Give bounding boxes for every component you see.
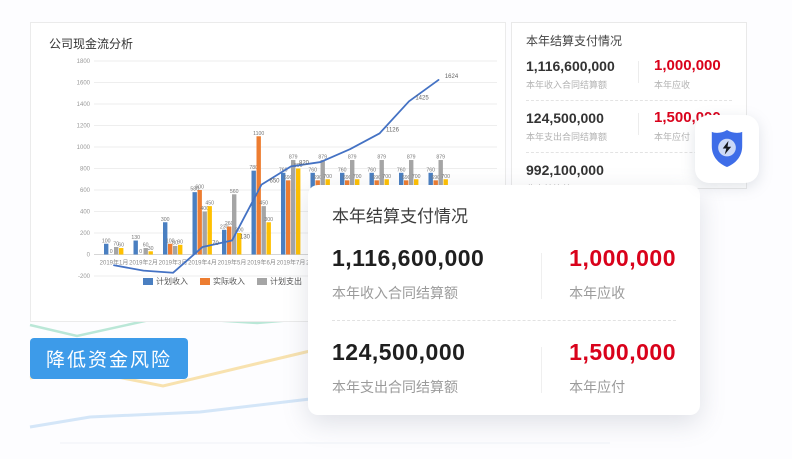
svg-text:70: 70: [212, 241, 219, 247]
amount-label: 本年支出合同结算额: [526, 130, 638, 143]
svg-text:2019年4月: 2019年4月: [188, 259, 217, 267]
svg-text:2019年3月: 2019年3月: [159, 259, 188, 267]
dashed-divider: [526, 100, 732, 101]
svg-text:2019年2月: 2019年2月: [129, 259, 158, 267]
svg-text:800: 800: [80, 167, 91, 173]
svg-text:879: 879: [436, 155, 445, 161]
settlement-col: 124,500,000 本年支出合同结算额: [332, 339, 541, 397]
svg-text:1400: 1400: [77, 102, 91, 108]
amount-value: 124,500,000: [526, 110, 638, 126]
settlement-row: 124,500,000 本年支出合同结算额 1,500,000 本年应付: [332, 339, 676, 397]
svg-text:1000: 1000: [77, 145, 91, 151]
svg-text:130: 130: [131, 235, 140, 241]
settlement-col: 1,000,000 本年应收: [541, 245, 676, 303]
svg-text:1126: 1126: [386, 127, 400, 133]
amount-value: 992,100,000: [526, 162, 638, 178]
svg-text:760: 760: [367, 167, 376, 173]
legend-color-chip: [200, 278, 210, 285]
amount-value-red: 1,500,000: [569, 339, 676, 366]
amount-value-red: 1,000,000: [569, 245, 676, 272]
settlement-col: 1,116,600,000 本年收入合同结算额: [526, 58, 638, 91]
legend-item: 实际收入: [200, 276, 245, 287]
settlement-col: 1,116,600,000 本年收入合同结算额: [332, 245, 541, 303]
svg-text:200: 200: [80, 231, 91, 237]
svg-text:1425: 1425: [415, 95, 429, 101]
svg-text:760: 760: [308, 167, 317, 173]
svg-text:0: 0: [139, 249, 142, 255]
svg-text:700: 700: [382, 174, 391, 180]
amount-value: 1,116,600,000: [526, 58, 638, 74]
svg-text:1600: 1600: [77, 81, 91, 87]
legend-item: 计划支出: [257, 276, 302, 287]
svg-text:2019年7月: 2019年7月: [277, 259, 306, 267]
amount-value: 1,116,600,000: [332, 245, 541, 272]
reduce-risk-badge[interactable]: 降低资金风险: [30, 338, 188, 379]
legend-label: 计划支出: [270, 276, 302, 287]
amount-label: 本年应收: [654, 78, 732, 91]
amount-label: 本年应收: [569, 283, 676, 303]
svg-text:760: 760: [426, 167, 435, 173]
svg-text:760: 760: [397, 167, 406, 173]
settlement-row: 1,116,600,000 本年收入合同结算额 1,000,000 本年应收: [332, 245, 676, 303]
settlement-col: 1,500,000 本年应付: [541, 339, 676, 397]
svg-text:60: 60: [118, 243, 124, 249]
settlement-col: 124,500,000 本年支出合同结算额: [526, 110, 638, 143]
settlement-col: 1,000,000 本年应收: [638, 58, 732, 91]
amount-value: 124,500,000: [332, 339, 541, 366]
svg-text:1800: 1800: [77, 59, 91, 65]
svg-text:600: 600: [80, 188, 91, 194]
legend-label: 计划收入: [156, 276, 188, 287]
svg-text:90: 90: [177, 239, 183, 245]
svg-text:760: 760: [338, 167, 347, 173]
svg-text:300: 300: [161, 217, 170, 223]
svg-text:1200: 1200: [77, 124, 91, 130]
chart-title: 公司现金流分析: [49, 35, 133, 52]
svg-text:1624: 1624: [445, 74, 459, 80]
legend-color-chip: [257, 278, 267, 285]
amount-label: 本年收入合同结算额: [526, 78, 638, 91]
svg-text:700: 700: [353, 174, 362, 180]
svg-text:600: 600: [195, 185, 204, 191]
svg-text:700: 700: [323, 174, 332, 180]
shield-lightning-icon: [708, 128, 746, 170]
dashed-divider: [332, 320, 676, 321]
svg-text:1100: 1100: [253, 131, 264, 137]
svg-text:879: 879: [348, 155, 357, 161]
security-feature-card[interactable]: [695, 115, 759, 183]
legend-color-chip: [143, 278, 153, 285]
settlement-popup: 本年结算支付情况 1,116,600,000本年收入合同结算额1,000,000…: [308, 185, 700, 415]
svg-text:130: 130: [240, 235, 251, 241]
svg-text:400: 400: [80, 210, 91, 216]
amount-label: 本年收入合同结算额: [332, 283, 541, 303]
svg-text:-200: -200: [78, 274, 91, 280]
settlement-row: 1,116,600,000 本年收入合同结算额 1,000,000 本年应收: [526, 58, 732, 91]
svg-text:450: 450: [205, 201, 214, 207]
svg-text:879: 879: [407, 155, 416, 161]
svg-text:700: 700: [441, 174, 450, 180]
svg-text:450: 450: [259, 201, 268, 207]
svg-text:820: 820: [299, 160, 310, 166]
amount-label: 本年应付: [569, 377, 676, 397]
legend-item: 计划收入: [143, 276, 188, 287]
svg-text:2019年6月: 2019年6月: [247, 259, 276, 267]
legend-label: 实际收入: [213, 276, 245, 287]
svg-text:650: 650: [269, 179, 280, 185]
svg-text:0: 0: [87, 253, 91, 259]
svg-text:879: 879: [289, 155, 298, 161]
svg-text:560: 560: [230, 189, 239, 195]
popup-title: 本年结算支付情况: [332, 202, 676, 227]
amount-value-red: 1,000,000: [654, 58, 732, 74]
svg-text:0: 0: [110, 249, 113, 255]
amount-label: 本年支出合同结算额: [332, 377, 541, 397]
svg-text:100: 100: [102, 238, 111, 244]
svg-text:300: 300: [264, 217, 273, 223]
svg-text:2019年5月: 2019年5月: [218, 259, 247, 267]
svg-text:700: 700: [412, 174, 421, 180]
svg-text:879: 879: [377, 155, 386, 161]
svg-text:30: 30: [148, 246, 154, 252]
summary-title: 本年结算支付情况: [526, 32, 732, 49]
